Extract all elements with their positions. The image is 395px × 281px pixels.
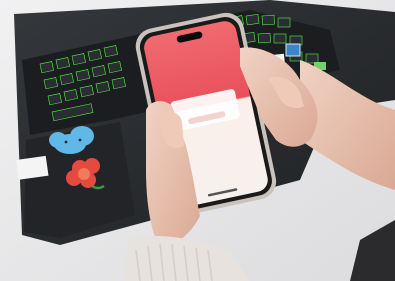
laptop-sticker-intel <box>285 43 301 57</box>
photo-scene <box>0 0 395 281</box>
photo-illustration <box>0 0 395 281</box>
laptop-label-sticker <box>16 155 49 180</box>
